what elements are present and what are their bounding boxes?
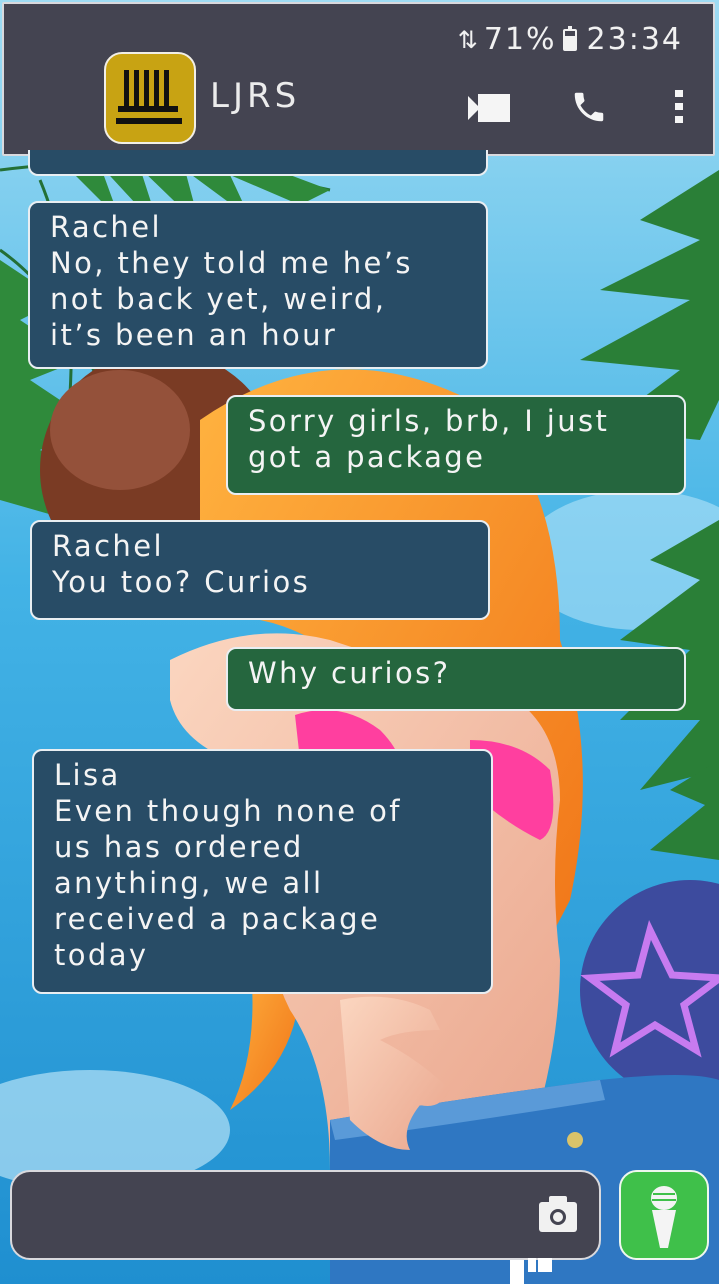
clock-time: 23:34: [586, 22, 683, 57]
message-text: Even though none of us has ordered anyth…: [54, 794, 402, 972]
message-bubble-incoming[interactable]: Lisa Even though none of us has ordered …: [32, 749, 493, 994]
background-illustration: [0, 0, 719, 1284]
clipped-message-bubble: [28, 150, 488, 176]
message-text: Sorry girls, brb, I just got a package: [248, 404, 610, 474]
contact-name: LJRS: [210, 76, 301, 116]
microphone-button[interactable]: [619, 1170, 709, 1260]
message-sender: Lisa: [54, 758, 121, 792]
message-bubble-outgoing[interactable]: Sorry girls, brb, I just got a package: [226, 395, 686, 495]
more-vert-icon[interactable]: [670, 88, 690, 126]
scroll-indicator: [510, 1258, 552, 1284]
message-sender: Rachel: [50, 210, 162, 244]
avatar[interactable]: [104, 52, 196, 144]
message-input[interactable]: [10, 1170, 601, 1260]
phone-icon[interactable]: [570, 88, 608, 126]
status-bar: ⇅ 71% 23:34: [458, 22, 683, 57]
message-bubble-incoming[interactable]: Rachel You too? Curios: [30, 520, 490, 620]
battery-icon: [562, 25, 577, 51]
message-text: Why curios?: [248, 656, 451, 690]
message-bubble-outgoing[interactable]: Why curios?: [226, 647, 686, 711]
microphone-icon: [651, 1186, 677, 1248]
video-call-icon[interactable]: [466, 92, 512, 124]
camera-icon[interactable]: [537, 1194, 579, 1234]
message-bubble-incoming[interactable]: Rachel No, they told me he’s not back ye…: [28, 201, 488, 369]
battery-percent: 71%: [483, 22, 557, 57]
message-text: No, they told me he’s not back yet, weir…: [50, 246, 413, 352]
message-sender: Rachel: [52, 529, 164, 563]
message-text: You too? Curios: [52, 565, 311, 599]
chat-header: ⇅ 71% 23:34 LJRS: [2, 2, 715, 156]
comb-logo-icon: [116, 70, 182, 124]
signal-arrows-icon: ⇅: [457, 25, 478, 54]
